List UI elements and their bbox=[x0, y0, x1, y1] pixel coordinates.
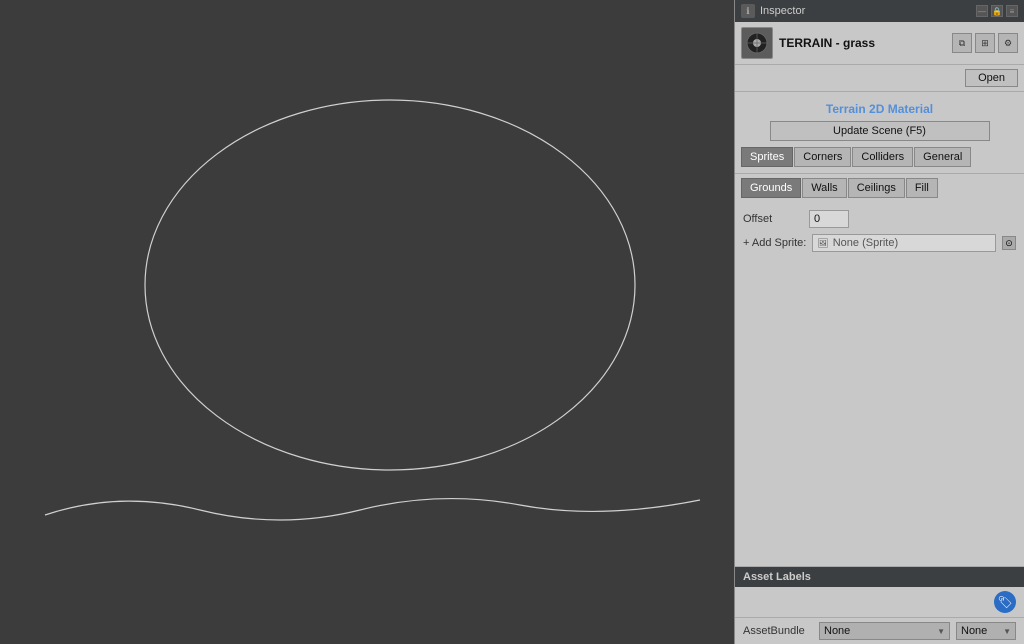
tab-bar-1: Sprites Corners Colliders General bbox=[735, 147, 1024, 167]
asset-bundle-select2[interactable]: None ▼ bbox=[956, 622, 1016, 640]
sprite-input-container: 🖼 None (Sprite) bbox=[812, 234, 996, 252]
asset-labels-content: 🏷 bbox=[735, 587, 1024, 617]
add-sprite-label: + Add Sprite: bbox=[743, 237, 806, 249]
inspector-icon: ℹ bbox=[741, 4, 755, 18]
select-arrow-icon: ▼ bbox=[937, 627, 945, 636]
asset-name: TERRAIN - grass bbox=[779, 36, 946, 50]
tab-general[interactable]: General bbox=[914, 147, 971, 167]
inspector-title: Inspector bbox=[760, 5, 971, 17]
tab-ceilings[interactable]: Ceilings bbox=[848, 178, 905, 198]
sprite-picker-button[interactable]: ⊙ bbox=[1002, 236, 1016, 250]
asset-bundle-value2: None bbox=[961, 625, 987, 637]
scene-canvas[interactable] bbox=[0, 0, 734, 644]
offset-label: Offset bbox=[743, 213, 803, 225]
sprite-value: None (Sprite) bbox=[833, 237, 991, 249]
offset-input[interactable] bbox=[809, 210, 849, 228]
select-arrow2-icon: ▼ bbox=[1003, 627, 1011, 636]
tab-fill[interactable]: Fill bbox=[906, 178, 938, 198]
tab-sprites[interactable]: Sprites bbox=[741, 147, 793, 167]
asset-header: TERRAIN - grass ⧉ ⊞ ⚙ bbox=[735, 22, 1024, 65]
asset-bundle-row: AssetBundle None ▼ None ▼ bbox=[735, 617, 1024, 644]
divider-1 bbox=[735, 173, 1024, 174]
asset-labels-title: Asset Labels bbox=[735, 567, 1024, 587]
asset-icon bbox=[741, 27, 773, 59]
asset-header-buttons: ⧉ ⊞ ⚙ bbox=[952, 33, 1018, 53]
inspector-panel: ℹ Inspector — 🔒 ≡ TERRAIN - grass ⧉ ⊞ bbox=[734, 0, 1024, 644]
asset-bundle-select[interactable]: None ▼ bbox=[819, 622, 950, 640]
inspector-content: TERRAIN - grass ⧉ ⊞ ⚙ Open Terrain 2D Ma… bbox=[735, 22, 1024, 644]
asset-bundle-value: None bbox=[824, 625, 850, 637]
tab-grounds[interactable]: Grounds bbox=[741, 178, 801, 198]
preset-button[interactable]: ⊞ bbox=[975, 33, 995, 53]
tab-bar-2: Grounds Walls Ceilings Fill bbox=[735, 178, 1024, 198]
gear-button[interactable]: ⚙ bbox=[998, 33, 1018, 53]
minimize-button[interactable]: — bbox=[976, 5, 988, 17]
main-content: Terrain 2D Material Update Scene (F5) Sp… bbox=[735, 92, 1024, 566]
inspector-titlebar: ℹ Inspector — 🔒 ≡ bbox=[735, 0, 1024, 22]
section-title: Terrain 2D Material bbox=[735, 94, 1024, 121]
add-label-button[interactable]: 🏷 bbox=[994, 591, 1016, 613]
asset-bundle-label: AssetBundle bbox=[743, 625, 813, 637]
add-sprite-row: + Add Sprite: 🖼 None (Sprite) ⊙ bbox=[743, 234, 1016, 252]
copy-asset-button[interactable]: ⧉ bbox=[952, 33, 972, 53]
fields-area: Offset + Add Sprite: 🖼 None (Sprite) ⊙ bbox=[735, 206, 1024, 256]
asset-labels-section: Asset Labels 🏷 AssetBundle None ▼ None ▼ bbox=[735, 566, 1024, 644]
update-scene-button[interactable]: Update Scene (F5) bbox=[770, 121, 990, 141]
tab-walls[interactable]: Walls bbox=[802, 178, 846, 198]
tab-colliders[interactable]: Colliders bbox=[852, 147, 913, 167]
menu-button[interactable]: ≡ bbox=[1006, 5, 1018, 17]
update-scene-row: Update Scene (F5) bbox=[735, 121, 1024, 147]
tab-corners[interactable]: Corners bbox=[794, 147, 851, 167]
window-controls: — 🔒 ≡ bbox=[976, 5, 1018, 17]
offset-row: Offset bbox=[743, 210, 1016, 228]
open-button-row: Open bbox=[735, 65, 1024, 92]
open-button[interactable]: Open bbox=[965, 69, 1018, 87]
lock-button[interactable]: 🔒 bbox=[991, 5, 1003, 17]
